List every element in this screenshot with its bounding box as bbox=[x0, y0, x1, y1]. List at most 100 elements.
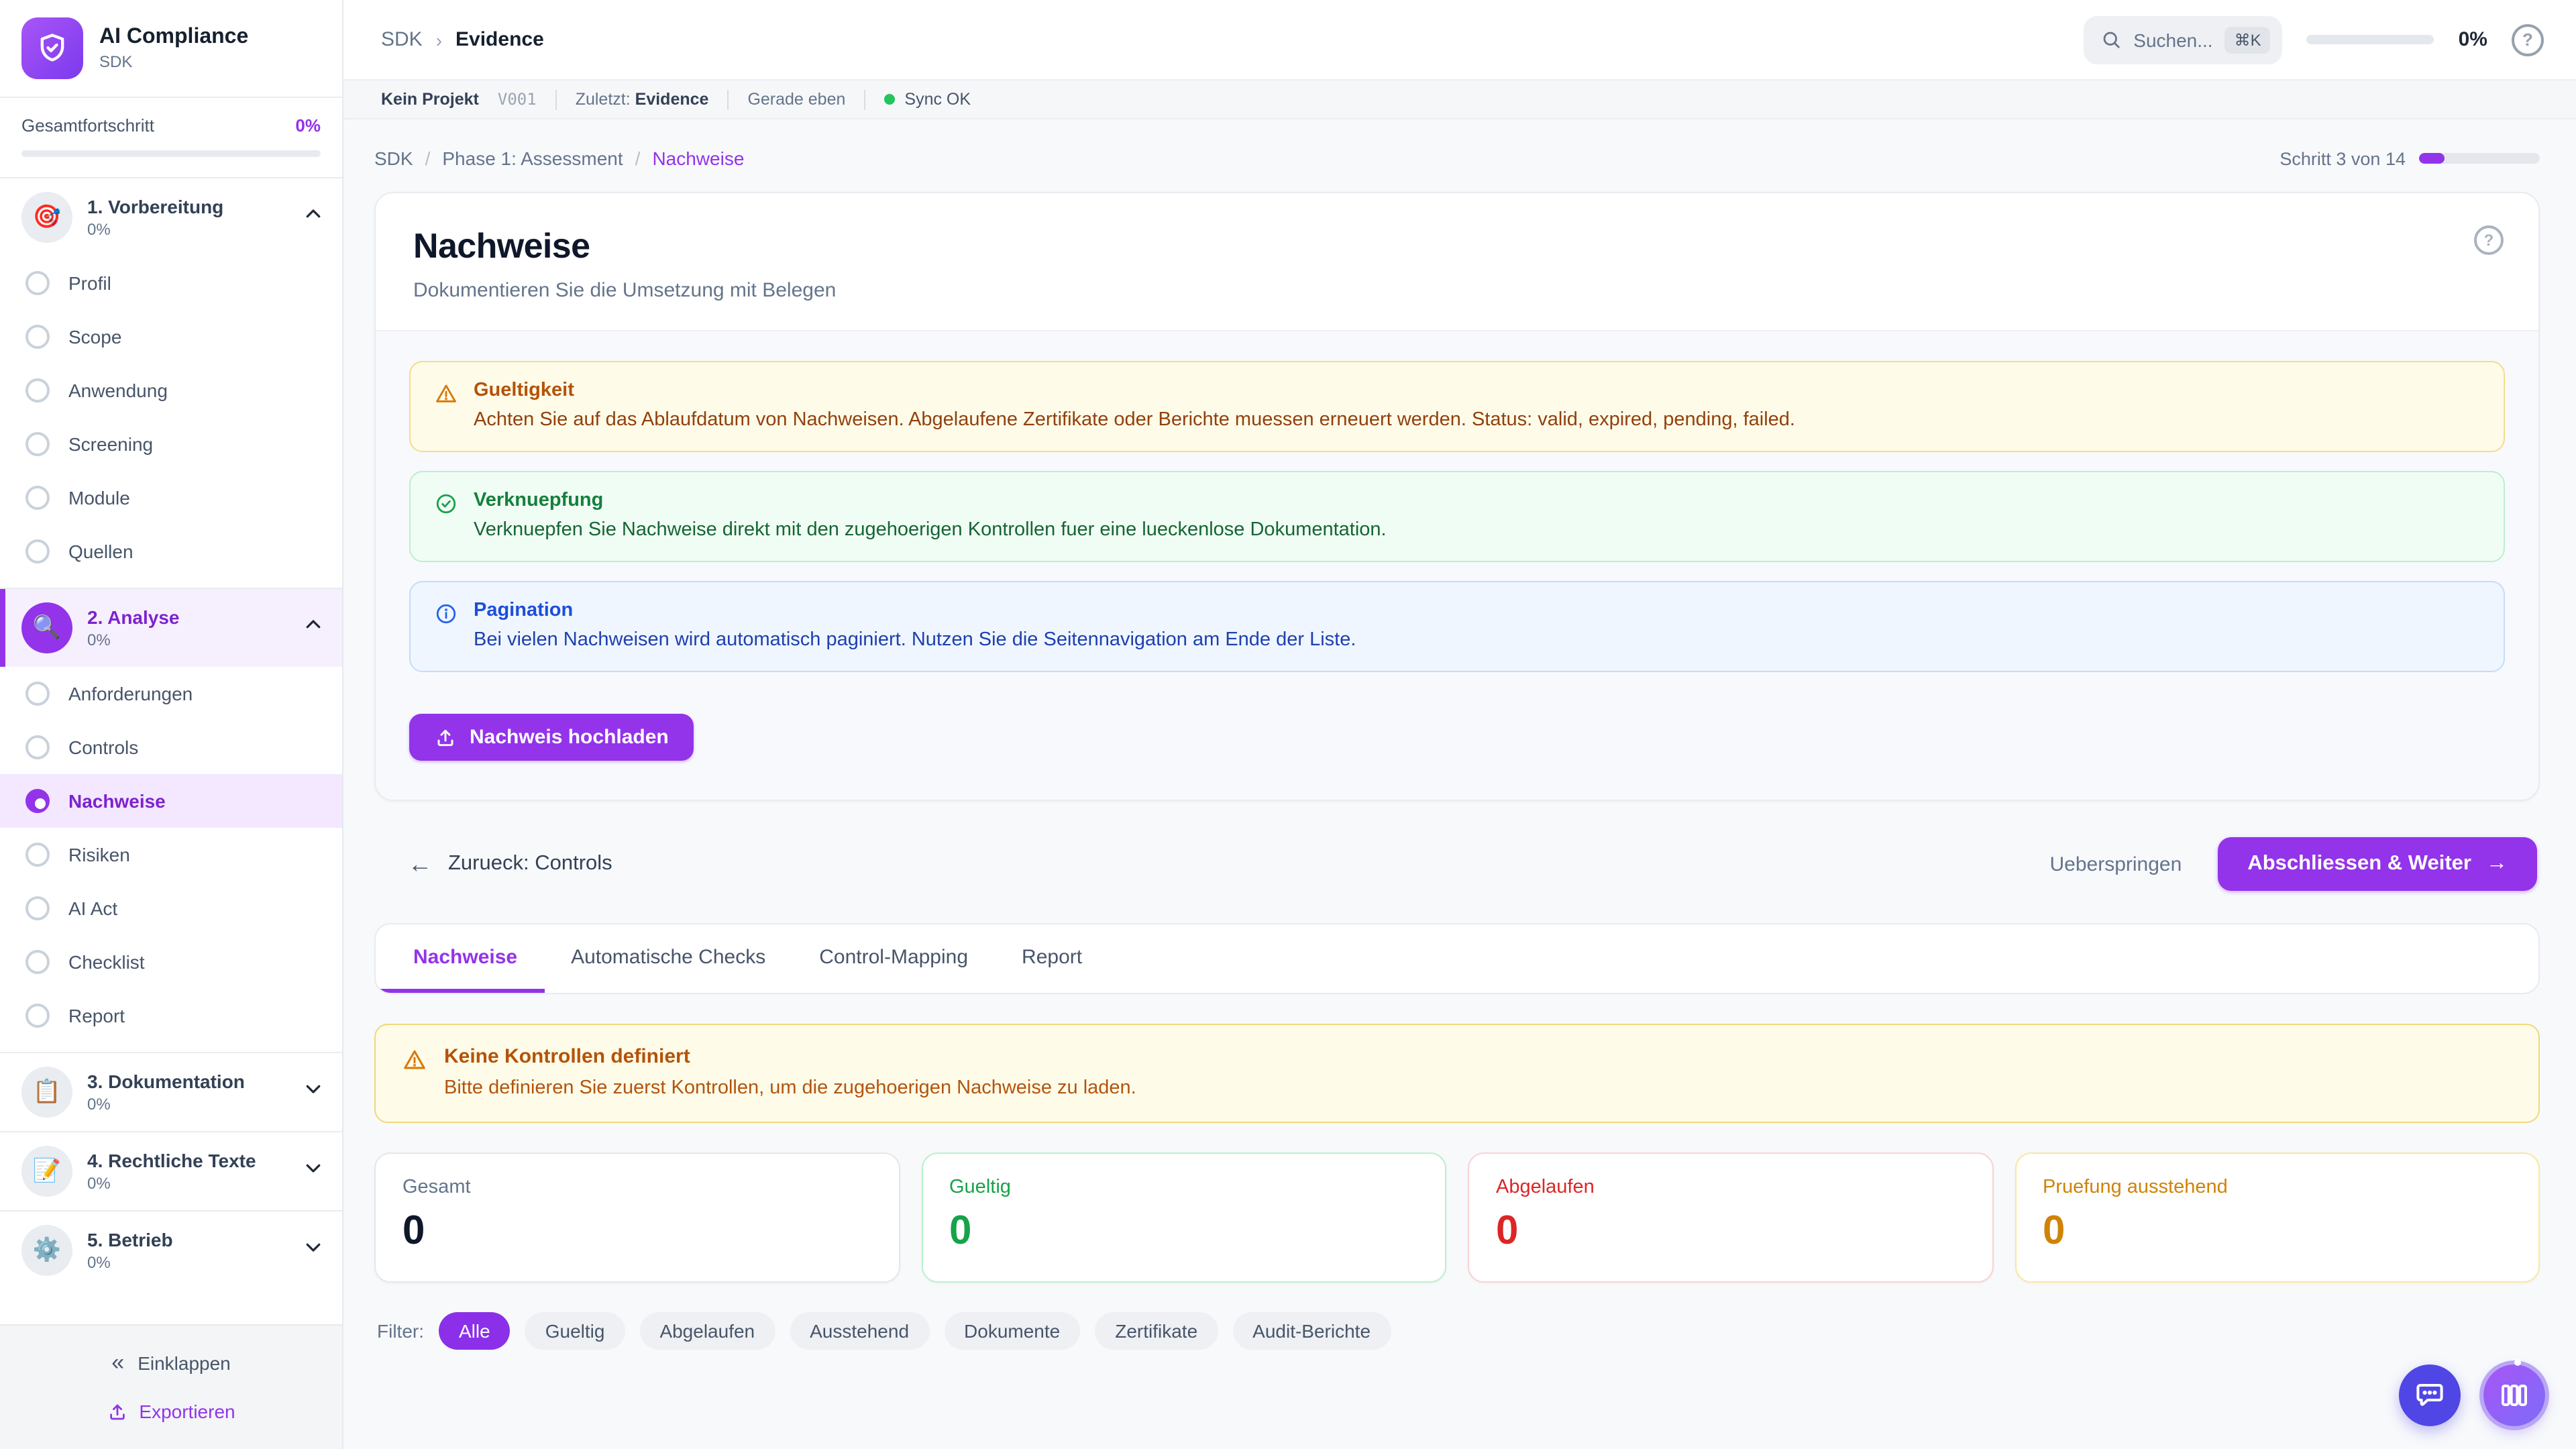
sidebar-item-module[interactable]: Module bbox=[0, 471, 342, 525]
info-circle-icon bbox=[435, 602, 458, 625]
tab-automatische-checks[interactable]: Automatische Checks bbox=[544, 924, 792, 993]
search-placeholder: Suchen... bbox=[2133, 29, 2212, 50]
filter-chip-gueltig[interactable]: Gueltig bbox=[525, 1312, 625, 1350]
project-name: Kein Projekt bbox=[381, 90, 479, 109]
sidebar-item-label: Anwendung bbox=[68, 380, 168, 401]
radio-checked-icon bbox=[25, 789, 50, 813]
radio-unchecked-icon bbox=[25, 271, 50, 295]
search-input[interactable]: Suchen... ⌘K bbox=[2084, 15, 2282, 64]
sidebar-section-rechtliche-texte[interactable]: 📝 4. Rechtliche Texte 0% bbox=[0, 1132, 342, 1210]
topbar-progress-bar bbox=[2307, 35, 2434, 44]
export-button[interactable]: Exportieren bbox=[107, 1401, 235, 1422]
page-title: Nachweise bbox=[413, 225, 2501, 267]
filter-chip-dokumente[interactable]: Dokumente bbox=[944, 1312, 1080, 1350]
radio-unchecked-icon bbox=[25, 843, 50, 867]
sidebar-sections: 🎯 1. Vorbereitung 0% Profil Scope Anwen bbox=[0, 178, 342, 1324]
breadcrumb-phase[interactable]: Phase 1: Assessment bbox=[442, 148, 623, 169]
sidebar-item-quellen[interactable]: Quellen bbox=[0, 525, 342, 578]
info-box-body: Verknuepfen Sie Nachweise direkt mit den… bbox=[474, 519, 1387, 541]
stat-card-gesamt: Gesamt 0 bbox=[374, 1152, 900, 1283]
filter-chip-zertifikate[interactable]: Zertifikate bbox=[1095, 1312, 1218, 1350]
sidebar-section-analyse[interactable]: 🔍 2. Analyse 0% bbox=[0, 589, 342, 667]
sidebar-item-risiken[interactable]: Risiken bbox=[0, 828, 342, 881]
nachweise-card: Nachweise Dokumentieren Sie die Umsetzun… bbox=[374, 192, 2540, 801]
sidebar-item-ai-act[interactable]: AI Act bbox=[0, 881, 342, 935]
chevron-down-icon bbox=[303, 1079, 323, 1106]
upload-icon bbox=[107, 1401, 127, 1421]
topbar: SDK › Evidence Suchen... ⌘K 0% ? bbox=[343, 0, 2576, 79]
section-label: 4. Rechtliche Texte bbox=[87, 1150, 288, 1171]
next-button-label: Abschliessen & Weiter bbox=[2247, 852, 2471, 876]
tab-nachweise[interactable]: Nachweise bbox=[376, 924, 544, 993]
sidebar-section-dokumentation[interactable]: 📋 3. Dokumentation 0% bbox=[0, 1053, 342, 1131]
sidebar-item-label: Checklist bbox=[68, 951, 145, 973]
filter-chip-ausstehend[interactable]: Ausstehend bbox=[790, 1312, 929, 1350]
section-percent: 0% bbox=[87, 1253, 288, 1272]
section-label: 2. Analyse bbox=[87, 606, 288, 628]
step-indicator: Schritt 3 von 14 bbox=[2279, 148, 2540, 168]
kanban-board-button[interactable] bbox=[2483, 1364, 2545, 1426]
help-icon[interactable]: ? bbox=[2512, 23, 2544, 56]
back-link[interactable]: ← Zurueck: Controls bbox=[408, 850, 612, 878]
sidebar-item-anwendung[interactable]: Anwendung bbox=[0, 364, 342, 417]
info-box-title: Verknuepfung bbox=[474, 490, 1387, 511]
no-controls-warning: Keine Kontrollen definiert Bitte definie… bbox=[374, 1024, 2540, 1123]
sidebar-item-screening[interactable]: Screening bbox=[0, 417, 342, 471]
tab-bar: Nachweise Automatische Checks Control-Ma… bbox=[374, 923, 2540, 994]
last-updated: Gerade eben bbox=[747, 90, 845, 109]
filter-chip-audit-berichte[interactable]: Audit-Berichte bbox=[1232, 1312, 1391, 1350]
sidebar-item-nachweise[interactable]: Nachweise bbox=[0, 774, 342, 828]
help-icon[interactable]: ? bbox=[2474, 225, 2504, 255]
sidebar-item-controls[interactable]: Controls bbox=[0, 720, 342, 774]
sync-ok-dot-icon bbox=[884, 94, 895, 105]
sidebar-section-vorbereitung[interactable]: 🎯 1. Vorbereitung 0% bbox=[0, 178, 342, 256]
sidebar-item-anforderungen[interactable]: Anforderungen bbox=[0, 667, 342, 720]
sidebar-item-checklist[interactable]: Checklist bbox=[0, 935, 342, 989]
stat-label: Gesamt bbox=[402, 1177, 871, 1198]
radio-unchecked-icon bbox=[25, 896, 50, 920]
collapse-sidebar-button[interactable]: « Einklappen bbox=[111, 1350, 231, 1377]
tab-report[interactable]: Report bbox=[995, 924, 1109, 993]
tab-control-mapping[interactable]: Control-Mapping bbox=[792, 924, 995, 993]
warning-title: Keine Kontrollen definiert bbox=[444, 1045, 1136, 1068]
sidebar-item-label: Anforderungen bbox=[68, 683, 193, 704]
radio-unchecked-icon bbox=[25, 432, 50, 456]
target-icon: 🎯 bbox=[21, 192, 72, 243]
radio-unchecked-icon bbox=[25, 378, 50, 402]
sync-status: Sync OK bbox=[884, 90, 971, 109]
stat-cards: Gesamt 0 Gueltig 0 Abgelaufen 0 Pruefung… bbox=[374, 1152, 2540, 1283]
overall-progress-value: 0% bbox=[295, 115, 321, 136]
search-icon bbox=[2101, 30, 2121, 50]
wizard-nav: ← Zurueck: Controls Ueberspringen Abschl… bbox=[408, 837, 2537, 891]
section-label: 3. Dokumentation bbox=[87, 1071, 288, 1092]
filter-chip-alle[interactable]: Alle bbox=[439, 1312, 511, 1350]
gear-icon: ⚙️ bbox=[21, 1225, 72, 1276]
breadcrumb-root[interactable]: SDK bbox=[381, 28, 423, 51]
upload-evidence-button[interactable]: Nachweis hochladen bbox=[409, 714, 694, 761]
last-label: Zuletzt: bbox=[576, 90, 631, 109]
skip-button[interactable]: Ueberspringen bbox=[2050, 853, 2182, 875]
sidebar-section-betrieb[interactable]: ⚙️ 5. Betrieb 0% bbox=[0, 1212, 342, 1289]
chat-button[interactable] bbox=[2399, 1364, 2461, 1426]
filter-chip-abgelaufen[interactable]: Abgelaufen bbox=[639, 1312, 775, 1350]
sidebar-item-report[interactable]: Report bbox=[0, 989, 342, 1042]
stat-label: Pruefung ausstehend bbox=[2043, 1177, 2512, 1198]
sidebar-item-label: Scope bbox=[68, 326, 121, 347]
sidebar-item-label: Module bbox=[68, 487, 130, 508]
breadcrumb: SDK › Evidence bbox=[381, 28, 544, 51]
page-breadcrumb: SDK / Phase 1: Assessment / Nachweise bbox=[374, 148, 744, 169]
complete-next-button[interactable]: Abschliessen & Weiter → bbox=[2218, 837, 2537, 891]
app-name: AI Compliance bbox=[99, 25, 248, 50]
section-percent: 0% bbox=[87, 220, 288, 239]
last-value: Evidence bbox=[635, 90, 709, 109]
sidebar-item-label: Controls bbox=[68, 737, 138, 758]
memo-pencil-icon: 📝 bbox=[21, 1146, 72, 1197]
step-progress-fill bbox=[2419, 153, 2445, 164]
section-label: 5. Betrieb bbox=[87, 1229, 288, 1250]
breadcrumb-sdk[interactable]: SDK bbox=[374, 148, 413, 169]
columns-icon bbox=[2498, 1379, 2530, 1411]
stat-label: Gueltig bbox=[949, 1177, 1418, 1198]
step-progress-bar bbox=[2419, 153, 2540, 164]
sidebar-item-scope[interactable]: Scope bbox=[0, 310, 342, 364]
sidebar-item-profil[interactable]: Profil bbox=[0, 256, 342, 310]
